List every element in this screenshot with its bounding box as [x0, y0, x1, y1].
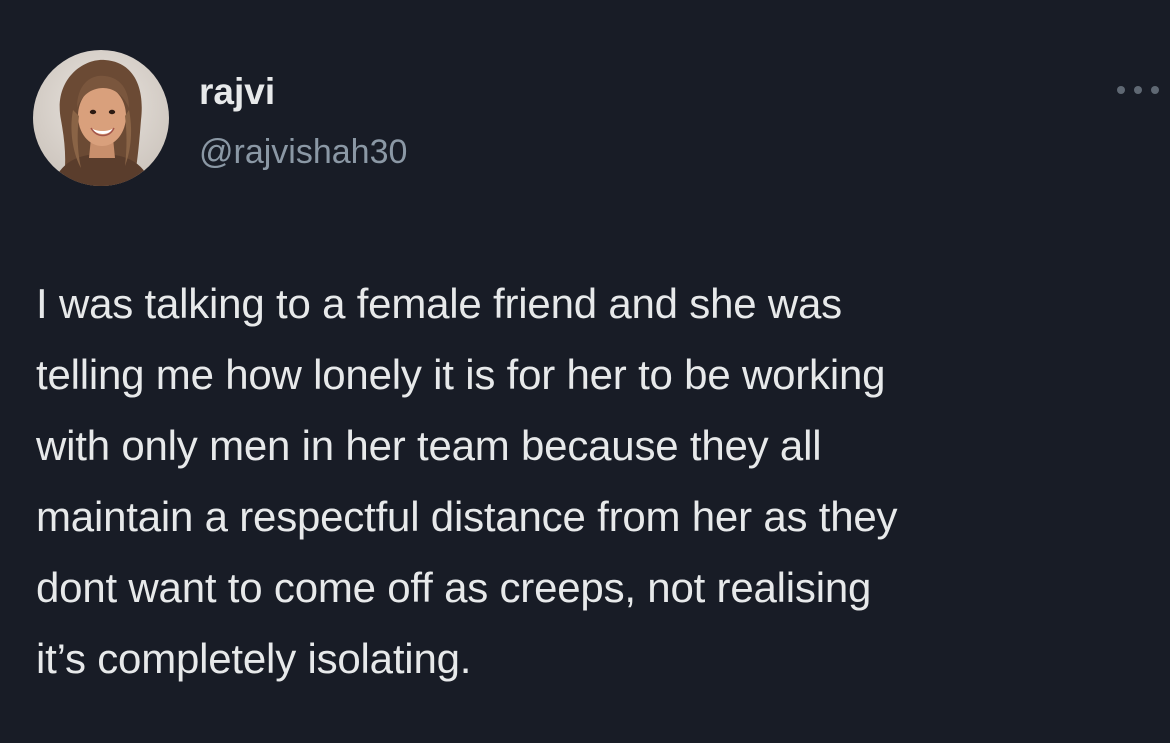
user-handle[interactable]: @rajvishah30: [199, 130, 407, 174]
profile-photo-icon: [33, 50, 169, 186]
avatar[interactable]: [33, 50, 169, 186]
tweet-card: rajvi @rajvishah30 I was talking to a fe…: [0, 0, 1170, 743]
more-options-button[interactable]: [1110, 70, 1166, 110]
more-options-icon: [1117, 86, 1159, 94]
display-name[interactable]: rajvi: [199, 70, 275, 114]
tweet-text: I was talking to a female friend and she…: [36, 280, 898, 682]
